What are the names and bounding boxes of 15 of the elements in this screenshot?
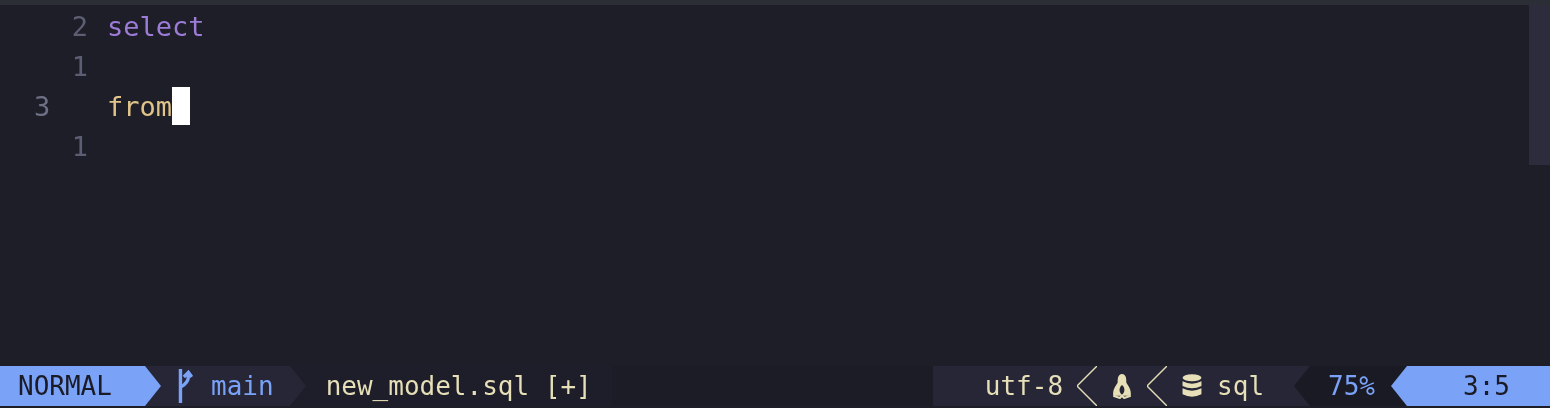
database-icon <box>1181 373 1204 399</box>
code-text: from <box>107 90 173 122</box>
file-type: sql <box>1217 371 1265 401</box>
branch-name: main <box>211 371 274 401</box>
encoding: utf-8 <box>984 371 1064 401</box>
mode-indicator: NORMAL <box>0 366 145 406</box>
penguin-icon <box>1111 373 1134 399</box>
line-number: 3 <box>33 90 52 122</box>
git-branch-icon <box>177 369 193 403</box>
cursor-position: 3:5 <box>1407 366 1550 406</box>
line-number: 1 <box>70 130 88 162</box>
line-number: 1 <box>70 50 88 82</box>
file-name: new_model.sql [+] <box>305 366 612 406</box>
code-text: select <box>107 10 205 42</box>
line-number: 2 <box>70 10 88 42</box>
